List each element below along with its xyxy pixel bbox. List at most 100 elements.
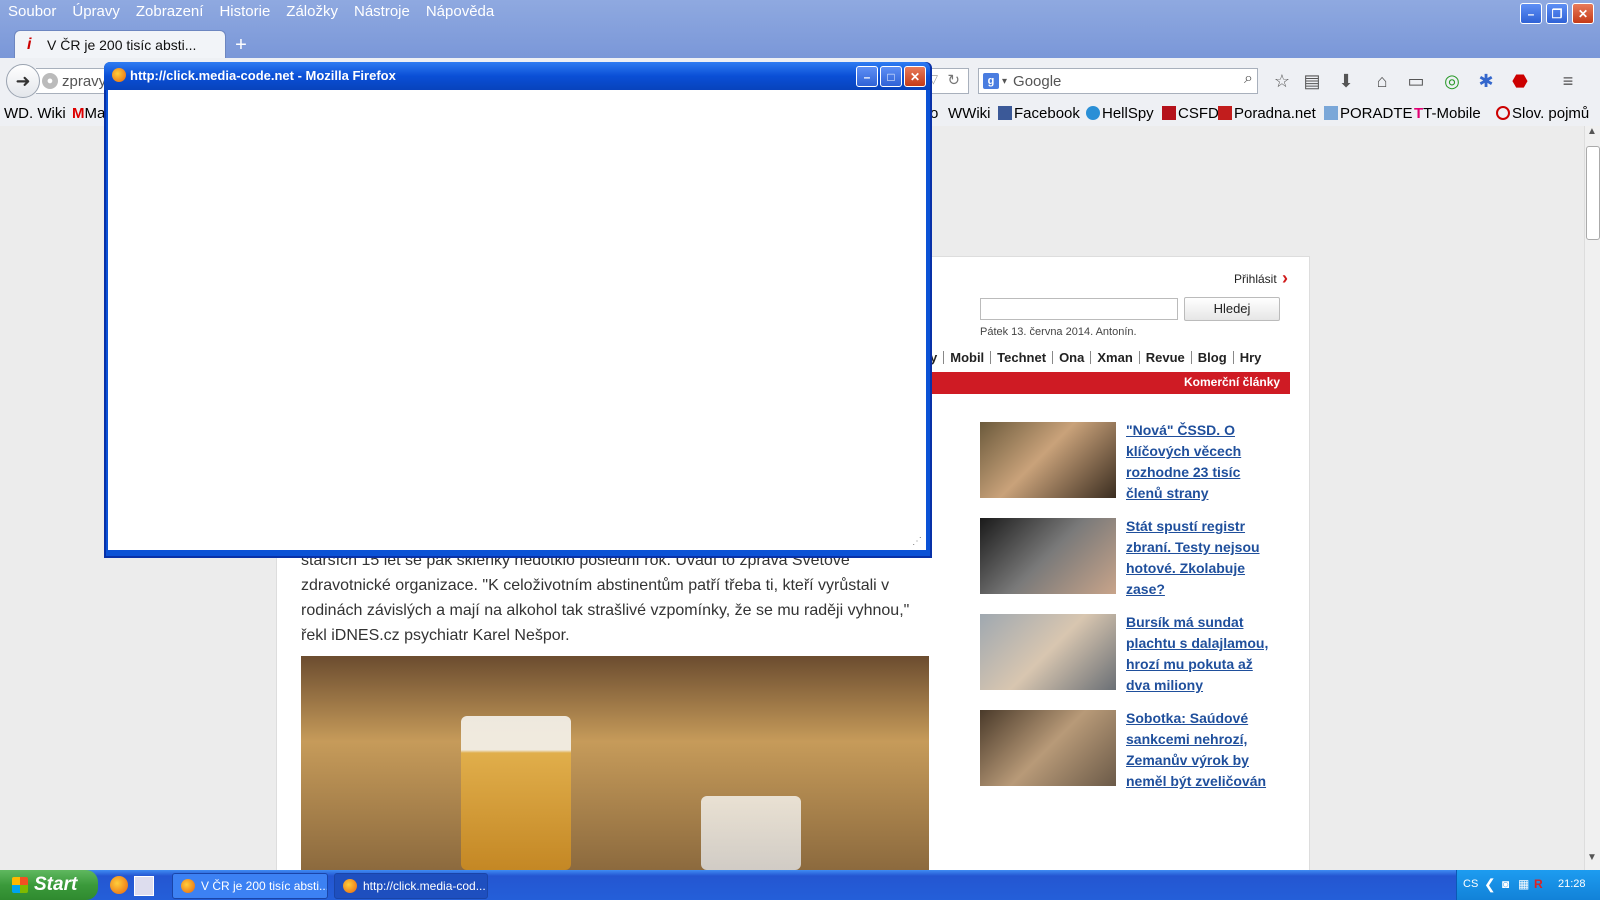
article-body-text: starších 15 let se pak sklenky nedotklo … [301, 552, 910, 644]
tray-expand-icon[interactable]: ❮ [1484, 876, 1496, 893]
taskbar-item-popup[interactable]: http://click.media-cod... [334, 873, 488, 899]
firefox-quicklaunch-icon[interactable] [110, 876, 128, 894]
bookmark-label: HellSpy [1102, 105, 1154, 122]
site-nav-ona[interactable]: Ona [1059, 350, 1084, 365]
menu-soubor[interactable]: Soubor [0, 0, 64, 24]
news-thumbnail[interactable] [980, 710, 1116, 786]
bookmark-label: CSFD [1178, 105, 1219, 122]
scroll-up-icon[interactable]: ▲ [1584, 126, 1600, 142]
reload-icon[interactable]: ↻ [947, 71, 960, 89]
search-engine-dropdown-icon[interactable]: ▾ [1002, 76, 1007, 87]
news-item[interactable]: "Nová" ČSSD. O klíčových věcech rozhodne… [980, 420, 1280, 501]
site-nav-technet[interactable]: Technet [997, 350, 1046, 365]
reading-list-icon[interactable]: ▤ [1300, 70, 1324, 92]
camera-icon[interactable]: ◙ [1502, 877, 1509, 891]
menu-napoveda[interactable]: Nápověda [418, 0, 502, 24]
tab-active[interactable]: i V ČR je 200 tisíc absti... [14, 30, 226, 59]
popup-close-button[interactable]: ✕ [904, 66, 926, 87]
site-nav: y Mobil Technet Ona Xman Revue Blog Hry [930, 346, 1261, 368]
site-nav-hry[interactable]: Hry [1240, 350, 1262, 365]
bookmark-star-icon[interactable]: ☆ [1270, 70, 1294, 92]
bookmark-slovnik[interactable]: Slov. pojmů [1496, 105, 1589, 122]
csfd-icon [1162, 106, 1176, 120]
site-search-input[interactable] [980, 298, 1178, 320]
popup-maximize-button[interactable]: □ [880, 66, 902, 87]
chevron-right-icon[interactable]: › [1282, 268, 1288, 289]
menu-historie[interactable]: Historie [211, 0, 278, 24]
site-nav-revue[interactable]: Revue [1146, 350, 1185, 365]
scroll-thumb[interactable] [1586, 146, 1600, 240]
news-headline[interactable]: Sobotka: Saúdové sankcemi nehrozí, Zeman… [1126, 708, 1280, 792]
resize-grip-icon[interactable]: ⋰ [912, 536, 922, 547]
translate-icon[interactable]: ✱ [1474, 70, 1498, 92]
menu-hamburger-icon[interactable]: ≡ [1556, 70, 1580, 92]
bookmark-csfd[interactable]: CSFD [1162, 105, 1219, 122]
bookmark-facebook[interactable]: Facebook [998, 105, 1080, 122]
bookmark-hellspy[interactable]: HellSpy [1086, 105, 1154, 122]
taskbar-item-label: V ČR je 200 tisíc absti... [201, 879, 328, 893]
menu-bar: Soubor Úpravy Zobrazení Historie Záložky… [0, 0, 502, 24]
downloads-icon[interactable]: ⬇ [1334, 70, 1358, 92]
site-nav-xman[interactable]: Xman [1097, 350, 1132, 365]
search-bar[interactable]: g ▾ Google ⌕ [978, 68, 1258, 94]
bookmark-poradna[interactable]: Poradna.net [1218, 105, 1316, 122]
home-icon[interactable]: ⌂ [1370, 70, 1394, 92]
hellspy-icon [1086, 106, 1100, 120]
site-nav-mobil[interactable]: Mobil [950, 350, 984, 365]
back-button[interactable]: ➜ [6, 64, 40, 98]
globe-icon: ● [42, 73, 58, 89]
close-button[interactable]: ✕ [1572, 3, 1594, 24]
close-icon: ✕ [1577, 6, 1589, 21]
minimize-icon: – [863, 69, 871, 84]
bookmark-label: PORADTE [1340, 105, 1413, 122]
taskbar-item-browser[interactable]: V ČR je 200 tisíc absti... [172, 873, 328, 899]
language-indicator[interactable]: CS [1463, 878, 1478, 890]
bookmark-ma[interactable]: MMa [72, 105, 105, 122]
scroll-down-icon[interactable]: ▼ [1584, 852, 1600, 868]
news-headline[interactable]: Stát spustí registr zbraní. Testy nejsou… [1126, 516, 1280, 600]
restore-icon: ❐ [1551, 6, 1563, 21]
article-photo [301, 656, 929, 870]
menu-zalozky[interactable]: Záložky [278, 0, 346, 24]
news-item[interactable]: Bursík má sundat plachtu s dalajlamou, h… [980, 612, 1280, 693]
news-thumbnail[interactable] [980, 518, 1116, 594]
tmobile-icon: T [1414, 105, 1424, 122]
bookmark-poradte[interactable]: PORADTE [1324, 105, 1413, 122]
network-icon[interactable]: ▦ [1518, 877, 1529, 891]
bookmark-wiki[interactable]: WWiki [948, 105, 991, 122]
clock[interactable]: 21:28 [1558, 878, 1586, 890]
menu-nastroje[interactable]: Nástroje [346, 0, 418, 24]
bookmark-label: Ma [84, 105, 106, 122]
restore-button[interactable]: ❐ [1546, 3, 1568, 24]
login-link[interactable]: Přihlásit [1234, 272, 1277, 286]
commercial-articles-link[interactable]: Komerční články [1184, 375, 1280, 389]
antivirus-icon[interactable]: R [1534, 877, 1543, 891]
bookmark-wd-wiki[interactable]: WD. Wiki [4, 105, 66, 122]
windows-logo-icon [12, 877, 28, 893]
save-quicklaunch-icon[interactable] [134, 876, 154, 896]
minimize-button[interactable]: – [1520, 3, 1542, 24]
news-item[interactable]: Sobotka: Saúdové sankcemi nehrozí, Zeman… [980, 708, 1280, 789]
start-button[interactable]: Start [0, 870, 98, 900]
news-thumbnail[interactable] [980, 422, 1116, 498]
adblock-icon[interactable]: ⬣ [1508, 70, 1532, 92]
window-icon[interactable]: ▭ [1404, 70, 1428, 92]
menu-upravy[interactable]: Úpravy [64, 0, 128, 24]
news-headline[interactable]: "Nová" ČSSD. O klíčových věcech rozhodne… [1126, 420, 1280, 504]
site-nav-blog[interactable]: Blog [1198, 350, 1227, 365]
taskbar-item-label: http://click.media-cod... [363, 879, 486, 893]
beer-mug-shape [461, 716, 571, 870]
news-item[interactable]: Stát spustí registr zbraní. Testy nejsou… [980, 516, 1280, 597]
new-tab-button[interactable]: + [230, 34, 252, 57]
bookmark-label: Poradna.net [1234, 105, 1316, 122]
news-thumbnail[interactable] [980, 614, 1116, 690]
popup-minimize-button[interactable]: – [856, 66, 878, 87]
search-icon[interactable]: ⌕ [1244, 70, 1253, 88]
sync-icon[interactable]: ◎ [1440, 70, 1464, 92]
news-headline[interactable]: Bursík má sundat plachtu s dalajlamou, h… [1126, 612, 1280, 696]
idnes-favicon-icon: i [27, 36, 32, 53]
site-search-button[interactable]: Hledej [1184, 297, 1280, 321]
slovnik-icon [1496, 106, 1510, 120]
menu-zobrazeni[interactable]: Zobrazení [128, 0, 212, 24]
bookmark-tmobile[interactable]: TT-Mobile [1414, 105, 1481, 122]
